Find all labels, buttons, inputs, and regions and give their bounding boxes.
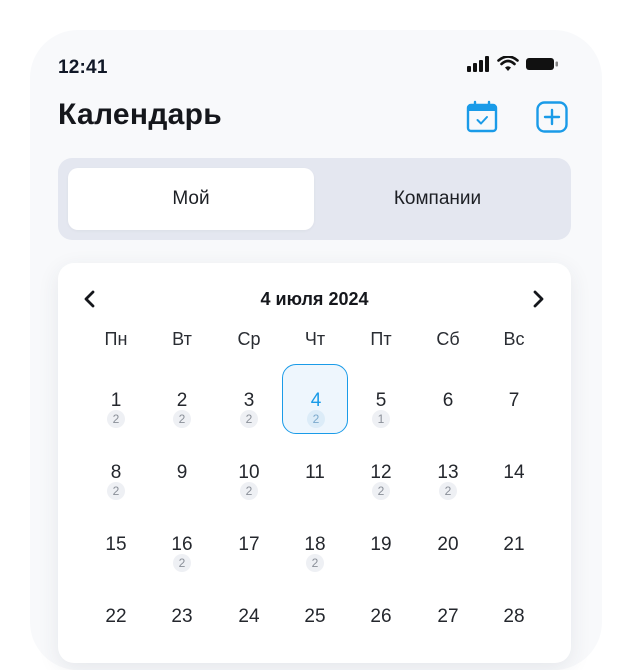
event-count-badge: 2 [372,482,390,500]
day-number: 5 [375,390,387,411]
calendar-day[interactable]: 13 2 [415,436,481,506]
status-time: 12:41 [58,57,108,78]
page-title: Календарь [58,98,223,131]
day-number: 11 [305,462,325,483]
event-count-badge: 1 [372,410,390,428]
event-count-badge: 2 [306,554,324,572]
calendar-day[interactable]: 12 [83,364,149,434]
event-count-badge: 2 [439,482,457,500]
calendar-day[interactable]: 19 [348,508,414,578]
weekday-label: Сб [436,329,460,349]
day-number: 19 [370,534,392,555]
day-number: 13 [437,462,459,483]
calendar-day[interactable]: 26 [348,580,414,650]
event-count-badge: 2 [173,554,191,572]
month-title: 4 июля 2024 [260,289,369,309]
calendar-day[interactable]: 9 [149,436,215,506]
day-number: 7 [508,390,520,411]
weekday-label: Пт [370,329,392,349]
calendar-day[interactable]: 22 [149,364,215,434]
calendar-day[interactable]: 11 [282,436,348,506]
day-number: 12 [370,462,392,483]
calendar-day[interactable]: 27 [415,580,481,650]
calendar-day-selected[interactable]: 42 [282,364,348,434]
chevron-right-icon [533,290,544,308]
calendar-day[interactable]: 21 [481,508,547,578]
calendar-day[interactable]: 14 [481,436,547,506]
calendar-day[interactable]: 12 2 [348,436,414,506]
plus-icon [536,101,568,133]
day-number: 20 [437,534,459,555]
add-event-button[interactable] [535,100,569,134]
day-number: 21 [503,534,525,555]
day-number: 8 [110,462,122,483]
day-number: 15 [105,534,127,555]
day-number: 6 [442,390,454,411]
battery-icon [526,58,558,70]
tab-companies[interactable]: Компании [314,168,561,230]
weekday-label: Вт [172,329,192,349]
weekday-label: Ср [237,329,261,349]
weekday-label: Пн [104,329,128,349]
signal-icon [467,56,489,72]
calendar-day[interactable]: 15 [83,508,149,578]
weekday-label: Вс [503,329,525,349]
calendar-day[interactable]: 7 [481,364,547,434]
calendar-day[interactable]: 82 [83,436,149,506]
day-number: 3 [243,390,255,411]
calendar-day[interactable]: 17 [216,508,282,578]
day-number: 4 [310,390,322,411]
day-number: 1 [110,390,122,411]
calendar-day[interactable]: 25 [282,580,348,650]
event-count-badge: 2 [240,482,258,500]
calendar-day[interactable]: 51 [348,364,414,434]
calendar-scope-switch: Мой Компании [58,158,571,240]
event-count-badge: 2 [307,410,325,428]
next-month-button[interactable] [530,289,546,314]
event-count-badge: 2 [107,482,125,500]
calendar-check-icon [466,100,498,133]
calendar-day[interactable]: 20 [415,508,481,578]
event-count-badge: 2 [173,410,191,428]
status-icons [467,56,559,72]
calendar-day[interactable]: 22 [83,580,149,650]
day-number: 18 [304,534,326,555]
calendar-button[interactable] [465,100,499,134]
calendar-day[interactable]: 24 [216,580,282,650]
calendar-day[interactable]: 16 2 [149,508,215,578]
day-number: 14 [503,462,525,483]
tab-my[interactable]: Мой [68,168,314,230]
day-number: 10 [238,462,260,483]
calendar-day[interactable]: 32 [216,364,282,434]
calendar-day[interactable]: 28 [481,580,547,650]
day-number: 17 [238,534,260,555]
calendar-day[interactable]: 10 2 [216,436,282,506]
calendar-day[interactable]: 23 [149,580,215,650]
calendar-day[interactable]: 18 2 [282,508,348,578]
event-count-badge: 2 [240,410,258,428]
event-count-badge: 2 [107,410,125,428]
wifi-icon [497,56,519,71]
day-number: 2 [176,390,188,411]
day-number: 9 [176,462,188,483]
day-number: 16 [171,534,193,555]
calendar-day[interactable]: 6 [415,364,481,434]
calendar-card: 4 июля 2024 Пн Вт Ср Чт Пт Сб Вс 1222324251678… [58,263,571,663]
weekday-label: Чт [304,329,326,349]
